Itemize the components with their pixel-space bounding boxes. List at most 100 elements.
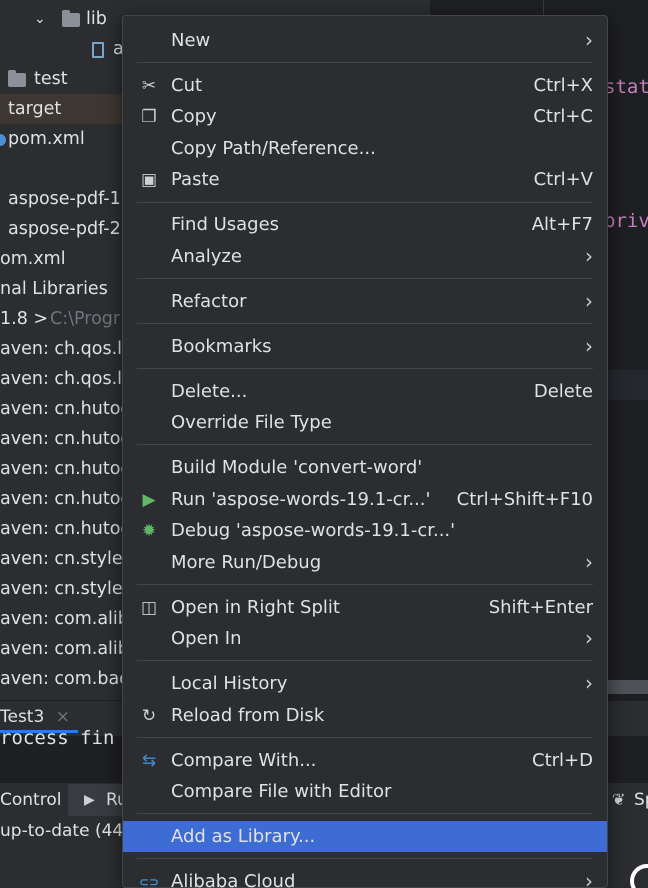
submenu-arrow-icon: › <box>585 626 593 650</box>
menu-item-label: Local History <box>171 673 288 694</box>
tool-version-control[interactable]: Control <box>0 786 61 814</box>
tree-item[interactable]: target <box>0 94 130 124</box>
menu-item-label: Open In <box>171 628 242 649</box>
submenu-arrow-icon: › <box>585 289 593 313</box>
tree-item[interactable]: pom.xml <box>0 124 130 154</box>
submenu-arrow-icon: › <box>585 550 593 574</box>
tree-item-label: lib <box>86 9 107 29</box>
menu-separator <box>137 813 593 814</box>
tree-item[interactable]: aven: com.aliba <box>0 634 130 664</box>
submenu-arrow-icon: › <box>585 244 593 268</box>
menu-item-compare-file-with-editor[interactable]: Compare File with Editor <box>123 776 607 807</box>
menu-item-label: Delete... <box>171 381 248 402</box>
tree-item[interactable]: aspose-pdf-2 <box>0 214 130 244</box>
menu-item-shortcut: Ctrl+C <box>533 106 593 127</box>
menu-item-shortcut: Alt+F7 <box>531 214 593 235</box>
close-tab-icon[interactable]: × <box>56 707 70 727</box>
tree-item-label: aven: cn.hutoo <box>0 429 130 449</box>
tree-item[interactable]: aspose-pdf-1 <box>0 184 130 214</box>
menu-item-find-usages[interactable]: Find Usages Alt+F7 <box>123 209 607 240</box>
tree-item[interactable]: aven: cn.hutoo <box>0 424 130 454</box>
tree-item[interactable]: aven: cn.stylefe <box>0 574 130 604</box>
menu-item-label: Add as Library... <box>171 826 316 847</box>
menu-item-override-file-type[interactable]: Override File Type <box>123 407 607 438</box>
menu-item-label: Open in Right Split <box>171 597 340 618</box>
tree-item-label: aven: com.aliba <box>0 639 130 659</box>
tree-item[interactable]: aven: cn.hutoo <box>0 514 130 544</box>
tree-item[interactable]: aven: cn.stylefe <box>0 544 130 574</box>
tree-item-label: aspose-pdf-2 <box>8 219 121 239</box>
submenu-arrow-icon: › <box>585 869 593 888</box>
menu-item-build-module-convert-word[interactable]: Build Module 'convert-word' <box>123 452 607 483</box>
tool-spring[interactable]: Sp <box>634 786 648 814</box>
tree-item-label: nal Libraries <box>0 279 108 299</box>
menu-item-label: Find Usages <box>171 214 280 235</box>
menu-item-compare-with[interactable]: ⇆ Compare With... Ctrl+D <box>123 745 607 776</box>
menu-item-copy[interactable]: ❐ Copy Ctrl+C <box>123 101 607 132</box>
alibaba-cloud-icon: ⊂⊃ <box>139 875 160 888</box>
menu-item-refactor[interactable]: Refactor › <box>123 286 607 317</box>
submenu-arrow-icon: › <box>585 28 593 52</box>
tree-item[interactable]: aven: cn.hutoo <box>0 484 130 514</box>
menu-item-label: Cut <box>171 75 203 96</box>
debug-icon: ✹ <box>141 521 157 541</box>
tree-item[interactable]: ⌄ lib <box>0 4 130 34</box>
menu-item-reload-from-disk[interactable]: ↻ Reload from Disk <box>123 700 607 731</box>
tree-item[interactable]: aven: cn.hutoo <box>0 394 130 424</box>
menu-item-label: Reload from Disk <box>171 705 325 726</box>
menu-item-copy-path-reference[interactable]: Copy Path/Reference... <box>123 133 607 164</box>
menu-item-analyze[interactable]: Analyze › <box>123 241 607 272</box>
tree-item-label: aven: ch.qos.lo <box>0 339 130 359</box>
menu-separator <box>137 584 593 585</box>
menu-item-open-in[interactable]: Open In › <box>123 623 607 654</box>
menu-separator <box>137 202 593 203</box>
tree-item[interactable]: aven: com.aliba <box>0 604 130 634</box>
menu-item-paste[interactable]: ▣ Paste Ctrl+V <box>123 164 607 195</box>
menu-item-label: Paste <box>171 169 220 190</box>
tree-item-label: test <box>34 69 68 89</box>
menu-item-new[interactable]: New › <box>123 25 607 56</box>
menu-item-label: Override File Type <box>171 412 332 433</box>
console-line: rocess fin <box>0 727 115 749</box>
menu-item-debug-aspose-words-19-1-cr[interactable]: ✹ Debug 'aspose-words-19.1-cr...' <box>123 515 607 546</box>
menu-item-label: Compare With... <box>171 750 317 771</box>
menu-separator <box>137 323 593 324</box>
spring-leaf-icon[interactable]: ❦ <box>612 786 625 814</box>
menu-item-cut[interactable]: ✂ Cut Ctrl+X <box>123 70 607 101</box>
expand-chevron-icon[interactable]: ⌄ <box>34 4 46 34</box>
menu-item-more-run-debug[interactable]: More Run/Debug › <box>123 547 607 578</box>
menu-item-label: Alibaba Cloud <box>171 871 296 888</box>
editor-scrollbar[interactable] <box>606 680 648 694</box>
tree-item[interactable]: om.xml <box>0 244 130 274</box>
menu-item-bookmarks[interactable]: Bookmarks › <box>123 331 607 362</box>
tree-item[interactable]: a <box>0 34 130 64</box>
code-fragment: stat <box>604 76 648 98</box>
menu-item-add-as-library[interactable]: Add as Library... <box>123 821 607 852</box>
menu-item-run-aspose-words-19-1-cr[interactable]: ▶ Run 'aspose-words-19.1-cr...' Ctrl+Shift… <box>123 484 607 515</box>
tree-item-label: aven: com.aliba <box>0 609 130 629</box>
menu-item-alibaba-cloud[interactable]: ⊂⊃ Alibaba Cloud › <box>123 866 607 888</box>
menu-item-delete[interactable]: Delete... Delete <box>123 376 607 407</box>
menu-item-local-history[interactable]: Local History › <box>123 668 607 699</box>
menu-item-open-in-right-split[interactable]: ◫ Open in Right Split Shift+Enter <box>123 592 607 623</box>
paste-icon: ▣ <box>140 170 158 190</box>
tree-item[interactable]: 1.8 > C:\Progr <box>0 304 130 334</box>
run-tab-label: Test3 <box>0 707 45 727</box>
reload-icon: ↻ <box>141 706 157 726</box>
tree-item-label: aven: cn.hutoo <box>0 489 130 509</box>
tree-item[interactable]: test <box>0 64 130 94</box>
sdk-path: C:\Progr <box>50 309 121 329</box>
cut-icon: ✂ <box>141 76 157 96</box>
tree-item[interactable]: nal Libraries <box>0 274 130 304</box>
run-tool-icon[interactable]: ▶ <box>84 786 95 814</box>
tree-item-label: pom.xml <box>8 129 85 149</box>
tree-item[interactable]: aven: ch.qos.lo <box>0 334 130 364</box>
tree-item[interactable]: aven: ch.qos.lo <box>0 364 130 394</box>
tree-item[interactable]: aven: cn.hutoo <box>0 454 130 484</box>
tree-item[interactable]: aven: com.bao <box>0 664 130 694</box>
tree-item-label: aven: com.bao <box>0 669 130 689</box>
menu-item-label: Debug 'aspose-words-19.1-cr...' <box>171 520 456 541</box>
menu-item-label: New <box>171 30 211 51</box>
menu-item-label: Bookmarks <box>171 336 272 357</box>
folder-icon <box>62 10 80 27</box>
